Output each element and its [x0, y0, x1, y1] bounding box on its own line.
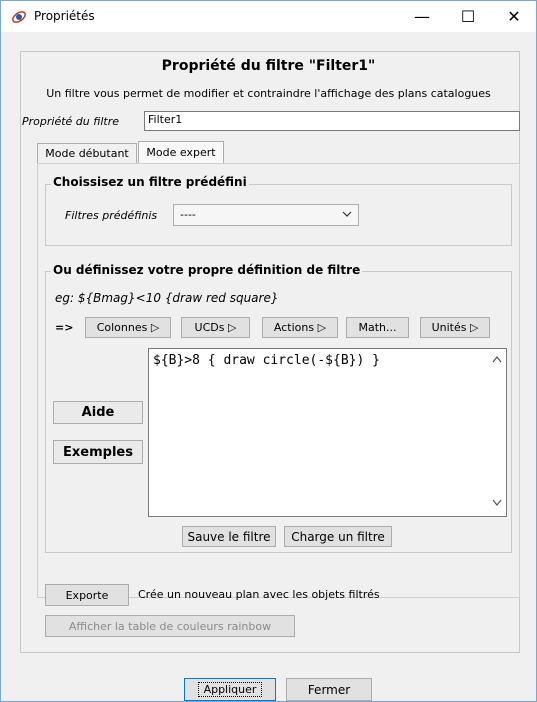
- tab-expert-mode[interactable]: Mode expert: [138, 141, 224, 163]
- dialog-description: Un filtre vous permet de modifier et con…: [46, 87, 491, 100]
- window-title: Propriétés: [34, 9, 95, 23]
- app-logo-icon: [11, 9, 27, 25]
- examples-button[interactable]: Exemples: [53, 440, 143, 464]
- filter-name-label: Propriété du filtre: [22, 115, 120, 128]
- properties-window: Propriétés — ☐ ✕ Propriété du filtre "Fi…: [0, 0, 537, 702]
- predefined-group-title: Choissisez un filtre prédéfini: [51, 175, 249, 189]
- custom-group-title: Ou définissez votre propre définition de…: [51, 263, 363, 277]
- minimize-button[interactable]: —: [399, 1, 445, 32]
- ucds-menu-button[interactable]: UCDs ▷: [181, 317, 250, 338]
- show-rainbow-colormap-button: Afficher la table de couleurs rainbow: [45, 615, 295, 637]
- predefined-filter-select[interactable]: ----: [173, 204, 359, 226]
- title-bar: Propriétés — ☐ ✕: [1, 1, 536, 32]
- save-filter-button[interactable]: Sauve le filtre: [182, 526, 276, 547]
- tab-beginner-mode[interactable]: Mode débutant: [37, 143, 137, 163]
- chevron-down-icon: [342, 207, 352, 224]
- apply-button[interactable]: Appliquer: [184, 678, 276, 701]
- filter-definition-text: ${B}>8 { draw circle(-${B}) }: [153, 353, 380, 368]
- filter-definition-editor[interactable]: ${B}>8 { draw circle(-${B}) }: [148, 348, 507, 517]
- menu-arrow-label: =>: [55, 321, 74, 334]
- columns-menu-button[interactable]: Colonnes ▷: [85, 317, 171, 338]
- filter-name-input[interactable]: Filter1: [144, 111, 520, 131]
- scroll-down-icon[interactable]: [492, 499, 502, 510]
- predefined-filters-label: Filtres prédéfinis: [65, 209, 158, 222]
- load-filter-button[interactable]: Charge un filtre: [284, 526, 392, 547]
- close-window-button[interactable]: ✕: [491, 1, 537, 32]
- apply-button-label: Appliquer: [197, 682, 263, 697]
- dialog-heading: Propriété du filtre "Filter1": [161, 58, 376, 74]
- predefined-filter-value: ----: [180, 208, 196, 221]
- math-menu-button[interactable]: Math...: [346, 317, 409, 338]
- export-button[interactable]: Exporte: [45, 584, 129, 606]
- actions-menu-button[interactable]: Actions ▷: [262, 317, 338, 338]
- help-button[interactable]: Aide: [53, 401, 143, 424]
- close-button[interactable]: Fermer: [286, 678, 372, 701]
- maximize-button[interactable]: ☐: [445, 1, 491, 32]
- export-description: Crée un nouveau plan avec les objets fil…: [138, 588, 380, 601]
- units-menu-button[interactable]: Unités ▷: [420, 317, 490, 338]
- syntax-example: eg: ${Bmag}<10 {draw red square}: [55, 291, 279, 305]
- scroll-up-icon[interactable]: [492, 355, 502, 366]
